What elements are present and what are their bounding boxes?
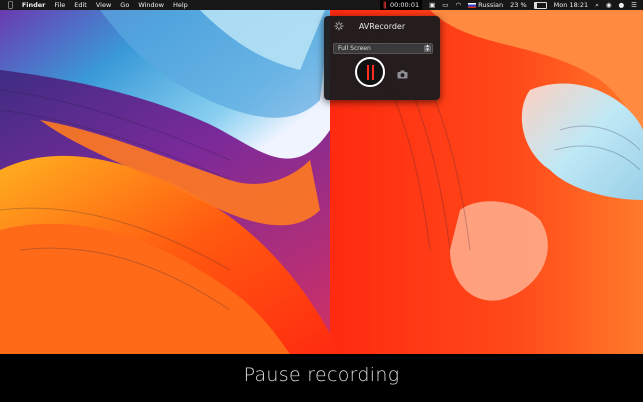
- clock[interactable]: Mon 18:21: [554, 0, 589, 10]
- battery-icon[interactable]: [533, 1, 547, 9]
- caption-text: Pause recording: [243, 364, 400, 386]
- spotlight-search-icon[interactable]: ⌕: [595, 0, 599, 10]
- menu-help[interactable]: Help: [173, 0, 188, 10]
- input-source-label: Russian: [478, 1, 504, 9]
- menu-app-name[interactable]: Finder: [22, 0, 46, 10]
- caption-bar: Pause recording: [0, 354, 643, 402]
- menu-bar:  Finder File Edit View Go Window Help |…: [0, 0, 643, 10]
- recording-time: 00:00:01: [389, 1, 420, 9]
- menu-window[interactable]: Window: [138, 0, 164, 10]
- desktop-wallpaper: [0, 10, 643, 354]
- input-source[interactable]: Russian: [468, 0, 503, 10]
- russian-flag-icon: [468, 2, 477, 8]
- menu-go[interactable]: Go: [120, 0, 129, 10]
- pause-bars-icon: ||: [382, 1, 387, 9]
- avrecorder-panel: AVRecorder Full Screen ▴ ▾: [324, 16, 440, 100]
- battery-percent[interactable]: 23 %: [510, 0, 527, 10]
- select-chevron-icon: ▴ ▾: [424, 44, 431, 52]
- display-icon[interactable]: ▭: [442, 0, 448, 10]
- siri-icon[interactable]: ◉: [606, 0, 612, 10]
- pause-bar-left: [366, 64, 369, 80]
- capture-source-select[interactable]: Full Screen ▴ ▾: [333, 43, 433, 54]
- user-icon[interactable]: ●: [619, 0, 625, 10]
- recording-status-item[interactable]: || 00:00:01: [379, 0, 423, 10]
- camera-screenshot-icon[interactable]: [397, 70, 408, 79]
- notification-center-icon[interactable]: ☰: [631, 0, 637, 10]
- pause-bar-right: [371, 64, 374, 80]
- menu-edit[interactable]: Edit: [74, 0, 87, 10]
- screen-icon[interactable]: ▣: [429, 0, 435, 10]
- pause-recording-button[interactable]: [355, 57, 385, 87]
- apple-menu-icon[interactable]: : [8, 0, 13, 10]
- panel-title: AVRecorder: [358, 22, 406, 31]
- menu-view[interactable]: View: [96, 0, 111, 10]
- capture-source-value: Full Screen: [338, 45, 371, 52]
- menu-file[interactable]: File: [54, 0, 65, 10]
- wifi-icon[interactable]: ◠: [455, 0, 461, 10]
